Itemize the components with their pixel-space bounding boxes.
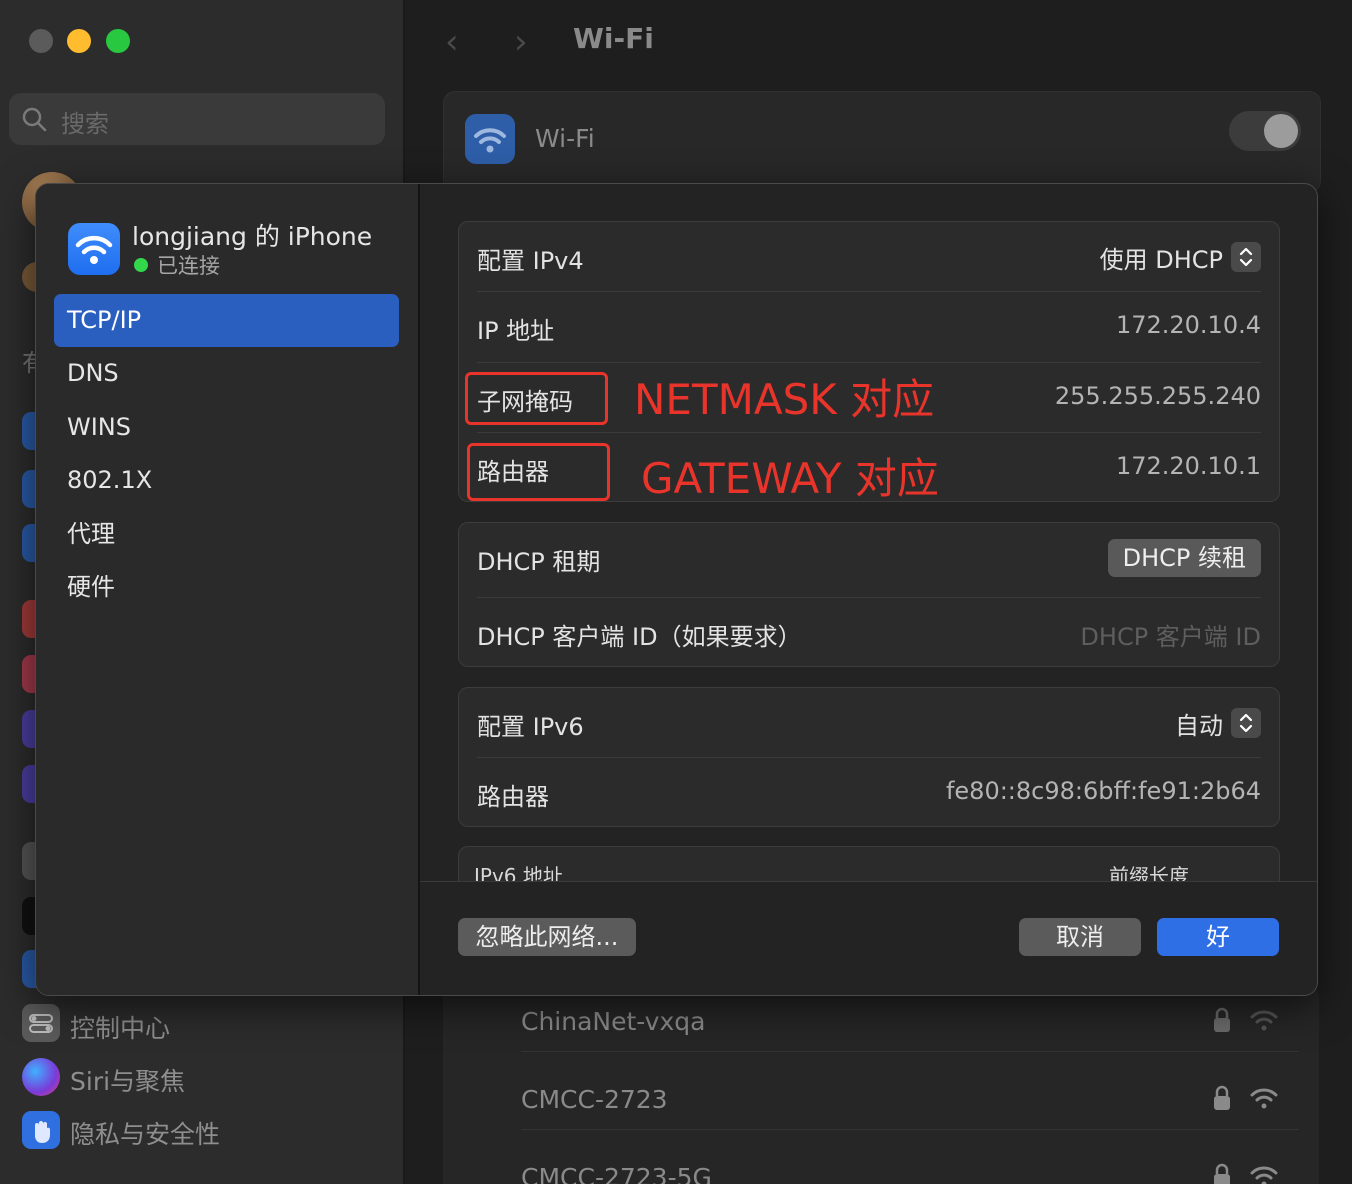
wifi-icon bbox=[465, 114, 515, 164]
annotation-box-netmask bbox=[465, 372, 608, 425]
ipv6-router-label: 路由器 bbox=[477, 783, 549, 811]
nav-back-button[interactable]: ‹ bbox=[445, 22, 459, 62]
search-placeholder: 搜索 bbox=[61, 110, 109, 138]
dhcp-group: DHCP 租期 DHCP 续租 DHCP 客户端 ID（如果要求） DHCP 客… bbox=[458, 522, 1280, 667]
cancel-button[interactable]: 取消 bbox=[1019, 918, 1141, 956]
ipv6-router-row: 路由器 fe80::8c98:6bff:fe91:2b64 bbox=[477, 758, 1261, 828]
connected-status-dot bbox=[134, 258, 148, 272]
renew-dhcp-lease-button[interactable]: DHCP 续租 bbox=[1107, 539, 1261, 577]
network-list: ChinaNet-vxqa CMCC-2723 CMCC-2723-5G bbox=[443, 985, 1319, 1184]
network-name: longjiang 的 iPhone bbox=[132, 222, 373, 251]
dhcp-lease-label: DHCP 租期 bbox=[477, 548, 601, 576]
tcpip-settings-pane: 配置 IPv4 使用 DHCP IP 地址 172.20.10.4 子网掩码 2… bbox=[420, 184, 1317, 881]
divider bbox=[521, 1051, 1299, 1052]
tab-hardware[interactable]: 硬件 bbox=[54, 561, 399, 614]
configure-ipv4-label: 配置 IPv4 bbox=[477, 247, 584, 275]
wifi-signal-icon bbox=[1250, 1010, 1278, 1031]
network-name: CMCC-2723 bbox=[521, 1085, 668, 1114]
ip-address-label: IP 地址 bbox=[477, 317, 555, 345]
ok-button[interactable]: 好 bbox=[1157, 918, 1279, 956]
configure-ipv4-popup[interactable]: 使用 DHCP bbox=[1100, 240, 1261, 274]
configure-ipv4-row: 配置 IPv4 使用 DHCP bbox=[477, 222, 1261, 292]
network-name: CMCC-2723-5G bbox=[521, 1163, 712, 1184]
page-title: Wi-Fi bbox=[573, 22, 654, 55]
search-icon bbox=[22, 107, 47, 132]
siri-icon[interactable] bbox=[22, 1058, 60, 1096]
wifi-icon bbox=[68, 223, 120, 275]
configure-ipv6-row: 配置 IPv6 自动 bbox=[477, 688, 1261, 758]
annotation-gateway: GATEWAY 对应 bbox=[641, 454, 939, 503]
window-minimize-button[interactable] bbox=[67, 29, 91, 53]
tab-tcpip[interactable]: TCP/IP bbox=[54, 294, 399, 347]
ipv6-address-table: IPv6 地址 前缀长度 bbox=[458, 846, 1280, 881]
dhcp-lease-row: DHCP 租期 DHCP 续租 bbox=[477, 523, 1261, 593]
router-value[interactable]: 172.20.10.1 bbox=[1116, 452, 1261, 480]
annotation-netmask: NETMASK 对应 bbox=[634, 375, 935, 424]
tab-8021x[interactable]: 802.1X bbox=[54, 454, 399, 507]
network-row[interactable]: CMCC-2723-5G bbox=[443, 1141, 1319, 1184]
configure-ipv4-value: 使用 DHCP bbox=[1099, 245, 1223, 274]
tab-wins[interactable]: WINS bbox=[54, 401, 399, 454]
sheet-sidebar: longjiang 的 iPhone 已连接 TCP/IP DNS WINS 8… bbox=[36, 184, 420, 995]
sidebar-search[interactable]: 搜索 bbox=[9, 93, 385, 145]
ip-address-value[interactable]: 172.20.10.4 bbox=[1116, 311, 1261, 339]
wifi-label: Wi-Fi bbox=[535, 124, 595, 153]
window-close-button[interactable] bbox=[29, 29, 53, 53]
sidebar-item-control-center[interactable]: 控制中心 bbox=[70, 1009, 170, 1045]
tab-proxy[interactable]: 代理 bbox=[54, 508, 399, 561]
chevron-up-down-icon bbox=[1231, 708, 1261, 738]
column-header-prefix-length[interactable]: 前缀长度 bbox=[1109, 860, 1189, 881]
lock-icon bbox=[1214, 1085, 1230, 1110]
chevron-up-down-icon bbox=[1231, 242, 1261, 272]
connection-status: 已连接 bbox=[157, 254, 220, 278]
lock-icon bbox=[1214, 1163, 1230, 1184]
sidebar-item-siri[interactable]: Siri与聚焦 bbox=[70, 1062, 185, 1098]
system-settings-window: 搜索 有 控制中心 Siri与聚焦 隐私与安全性 ‹ › Wi-Fi Wi-Fi… bbox=[0, 0, 1352, 1184]
network-details-sheet: longjiang 的 iPhone 已连接 TCP/IP DNS WINS 8… bbox=[35, 183, 1318, 996]
ip-address-row: IP 地址 172.20.10.4 bbox=[477, 292, 1261, 362]
wifi-toggle[interactable] bbox=[1229, 111, 1301, 151]
configure-ipv6-popup[interactable]: 自动 bbox=[1175, 706, 1261, 740]
dhcp-client-id-row: DHCP 客户端 ID（如果要求） DHCP 客户端 ID bbox=[477, 598, 1261, 668]
column-header-ipv6-address[interactable]: IPv6 地址 bbox=[474, 860, 563, 881]
window-zoom-button[interactable] bbox=[106, 29, 130, 53]
ipv6-group: 配置 IPv6 自动 路由器 fe80::8c98:6bff:fe91:2b64 bbox=[458, 687, 1280, 827]
dhcp-client-id-field[interactable]: DHCP 客户端 ID bbox=[1080, 617, 1261, 652]
nav-forward-button[interactable]: › bbox=[514, 22, 528, 62]
lock-icon bbox=[1214, 1007, 1230, 1032]
configure-ipv6-label: 配置 IPv6 bbox=[477, 713, 584, 741]
tab-dns[interactable]: DNS bbox=[54, 347, 399, 400]
sheet-footer: 忽略此网络... 取消 好 bbox=[420, 881, 1317, 995]
divider bbox=[521, 1129, 1299, 1130]
dhcp-client-id-label: DHCP 客户端 ID（如果要求） bbox=[477, 623, 802, 651]
wifi-signal-icon bbox=[1250, 1088, 1278, 1109]
forget-network-button[interactable]: 忽略此网络... bbox=[458, 918, 636, 956]
annotation-box-gateway bbox=[467, 443, 610, 501]
configure-ipv6-value: 自动 bbox=[1175, 711, 1223, 740]
control-center-icon[interactable] bbox=[22, 1004, 60, 1042]
network-name: ChinaNet-vxqa bbox=[521, 1007, 706, 1036]
wifi-signal-icon bbox=[1250, 1166, 1278, 1184]
ipv6-router-value[interactable]: fe80::8c98:6bff:fe91:2b64 bbox=[946, 777, 1261, 805]
sidebar-item-privacy[interactable]: 隐私与安全性 bbox=[70, 1115, 220, 1151]
subnet-mask-value[interactable]: 255.255.255.240 bbox=[1055, 382, 1261, 410]
hand-privacy-icon[interactable] bbox=[22, 1111, 60, 1149]
